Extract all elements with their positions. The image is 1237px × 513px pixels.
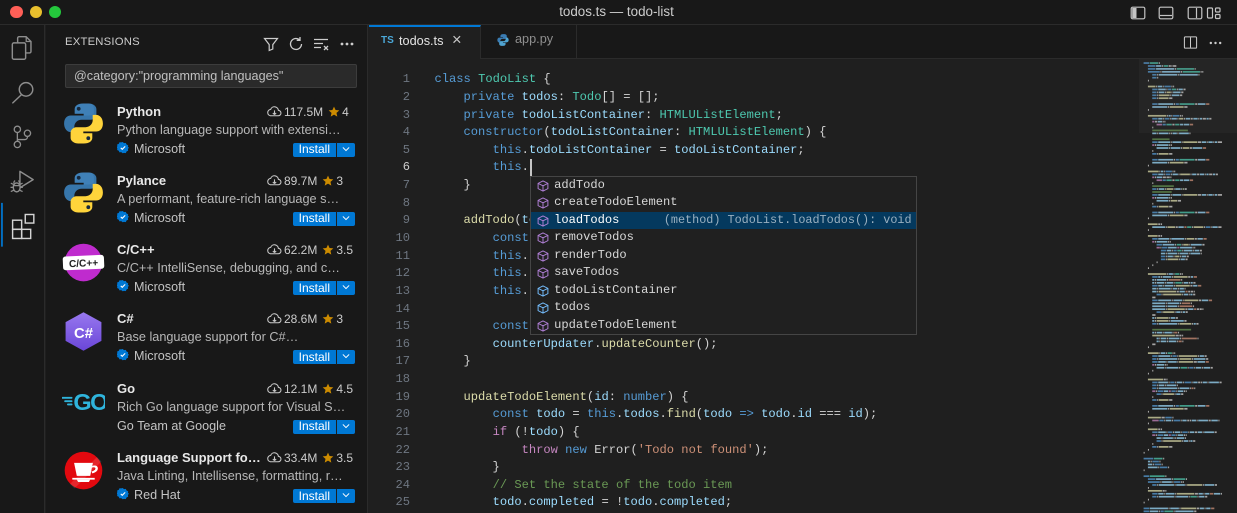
svg-text:GO: GO — [73, 389, 105, 415]
svg-text:C/C++: C/C++ — [68, 258, 98, 270]
svg-text:C#: C# — [74, 326, 93, 342]
